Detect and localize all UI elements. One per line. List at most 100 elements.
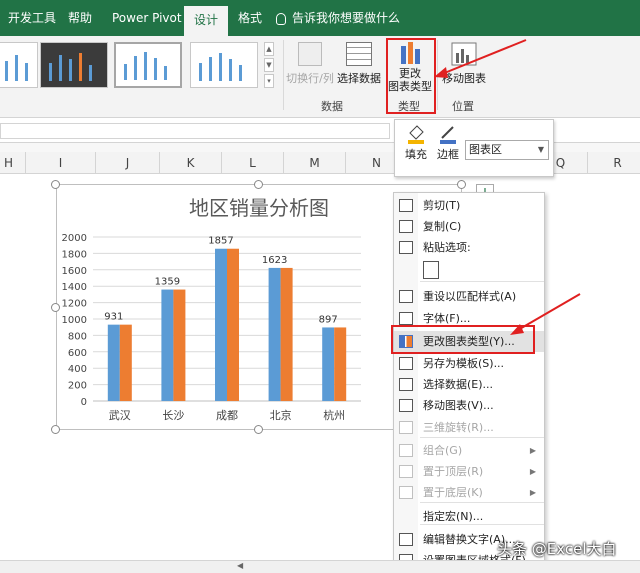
y-tick-label: 400 <box>68 364 87 375</box>
sheet-scroll-bar[interactable]: ◀ <box>0 560 640 573</box>
switch-row-column-button[interactable]: 切换行/列 <box>284 42 336 86</box>
paint-bucket-icon <box>408 125 424 144</box>
tab-power-pivot[interactable]: Power Pivot <box>102 0 192 36</box>
y-tick-label: 800 <box>68 331 87 342</box>
y-tick-label: 200 <box>68 381 87 392</box>
tab-help[interactable]: 帮助 <box>58 0 102 36</box>
column-header[interactable]: M <box>284 152 346 174</box>
submenu-arrow-icon: ▶ <box>529 488 536 497</box>
alt-text-icon <box>399 533 413 546</box>
y-tick-label: 1000 <box>62 315 87 326</box>
column-header[interactable]: L <box>222 152 284 174</box>
menu-item[interactable]: 剪切(T) <box>394 195 544 216</box>
menu-item[interactable]: 粘贴选项: <box>394 237 544 258</box>
pen-icon <box>440 126 456 144</box>
menu-item[interactable]: 复制(C) <box>394 216 544 237</box>
bar <box>173 289 186 401</box>
data-label: 1359 <box>155 277 180 288</box>
bar <box>227 248 239 401</box>
resize-handle[interactable] <box>51 180 60 189</box>
submenu-arrow-icon: ▶ <box>529 446 536 455</box>
menu-item: 置于顶层(R) ▶ <box>394 461 544 482</box>
chart-title[interactable]: 地区销量分析图 <box>189 196 329 220</box>
category-label: 武汉 <box>109 409 131 422</box>
menu-item[interactable]: 选择数据(E)... <box>394 374 544 395</box>
reset-style-icon <box>399 290 413 303</box>
gallery-up-icon[interactable]: ▲ <box>264 42 274 56</box>
menu-item-label: 置于顶层(R) <box>423 465 484 478</box>
category-label: 北京 <box>270 408 292 422</box>
menu-item: 置于底层(K) ▶ <box>394 482 544 503</box>
y-tick-label: 600 <box>68 348 87 359</box>
chart-style-thumb[interactable] <box>190 42 258 88</box>
move-chart-icon <box>399 399 413 412</box>
rotate-3d-icon <box>399 421 413 434</box>
resize-handle[interactable] <box>457 180 466 189</box>
y-tick-label: 2000 <box>62 233 87 244</box>
scroll-left-icon[interactable]: ◀ <box>237 561 243 570</box>
tell-me-box[interactable]: 告诉我你想要做什么 <box>276 0 400 36</box>
submenu-arrow-icon: ▶ <box>529 467 536 476</box>
column-header[interactable]: K <box>160 152 222 174</box>
menu-item[interactable] <box>394 257 544 283</box>
formula-input[interactable] <box>0 123 390 139</box>
y-tick-label: 1400 <box>62 282 87 293</box>
gallery-more-icon[interactable]: ▾ <box>264 74 274 88</box>
gallery-down-icon[interactable]: ▼ <box>264 58 274 72</box>
tab-format[interactable]: 格式 <box>228 0 272 36</box>
paste-icon <box>399 241 413 254</box>
tell-me-text: 告诉我你想要做什么 <box>292 11 401 25</box>
menu-item: 组合(G) ▶ <box>394 440 544 461</box>
menu-item-label: 选择数据(E)... <box>423 378 494 391</box>
group-icon <box>399 444 413 457</box>
column-header[interactable]: J <box>96 152 160 174</box>
tab-design[interactable]: 设计 <box>184 6 229 36</box>
menu-item-label: 置于底层(K) <box>423 486 483 499</box>
menu-item-label: 另存为模板(S)... <box>423 357 505 370</box>
outline-button[interactable]: 边框 <box>433 124 463 162</box>
data-group-label: 数据 <box>321 100 343 113</box>
column-header[interactable]: R <box>588 152 640 174</box>
lightbulb-icon <box>276 12 286 25</box>
bar <box>268 267 281 401</box>
menu-item[interactable]: 指定宏(N)... <box>394 506 544 527</box>
paste-option-icon <box>423 261 439 279</box>
bar <box>322 327 335 401</box>
bar <box>107 324 120 401</box>
annotation-arrow <box>510 293 581 335</box>
chart-style-thumb-selected[interactable] <box>114 42 182 88</box>
scissors-icon <box>399 199 413 212</box>
bar <box>280 267 293 401</box>
select-data-button[interactable]: 选择数据 <box>336 42 382 86</box>
resize-handle[interactable] <box>254 425 263 434</box>
select-data-icon <box>399 378 413 391</box>
group-divider <box>283 40 284 110</box>
column-header[interactable]: H <box>0 152 26 174</box>
location-group-label: 位置 <box>452 100 474 113</box>
resize-handle[interactable] <box>51 303 60 312</box>
menu-item-label: 移动图表(V)... <box>423 399 494 412</box>
menu-item-label: 指定宏(N)... <box>423 510 484 523</box>
column-header[interactable]: I <box>26 152 96 174</box>
send-back-icon <box>399 486 413 499</box>
y-tick-label: 0 <box>81 397 87 408</box>
ribbon: ▲ ▼ ▾ 切换行/列 选择数据 数据 更改 图表类型 类型 移动图表 位置 <box>0 36 640 118</box>
menu-item-label: 三维旋转(R)... <box>423 421 494 434</box>
fill-button[interactable]: 填充 <box>401 124 431 162</box>
resize-handle[interactable] <box>51 425 60 434</box>
ribbon-tab-bar: 开发工具 帮助 Power Pivot 设计 格式 告诉我你想要做什么 <box>0 0 640 36</box>
menu-item-label: 粘贴选项: <box>423 241 471 254</box>
chart-style-thumb[interactable] <box>40 42 108 88</box>
menu-item-label: 复制(C) <box>423 220 462 233</box>
chart-style-thumb[interactable] <box>0 42 38 88</box>
dropdown-arrow-icon: ▼ <box>537 145 544 154</box>
outline-label: 边框 <box>437 148 459 161</box>
chart-element-select[interactable]: 图表区 ▼ <box>465 140 549 160</box>
tab-developer[interactable]: 开发工具 <box>0 0 66 36</box>
watermark: 头条 @Excel大白 <box>497 540 617 558</box>
fill-label: 填充 <box>405 148 427 161</box>
menu-item[interactable]: 移动图表(V)... <box>394 395 544 416</box>
menu-item[interactable]: 另存为模板(S)... <box>394 353 544 374</box>
switch-row-column-icon <box>298 42 322 66</box>
resize-handle[interactable] <box>254 180 263 189</box>
